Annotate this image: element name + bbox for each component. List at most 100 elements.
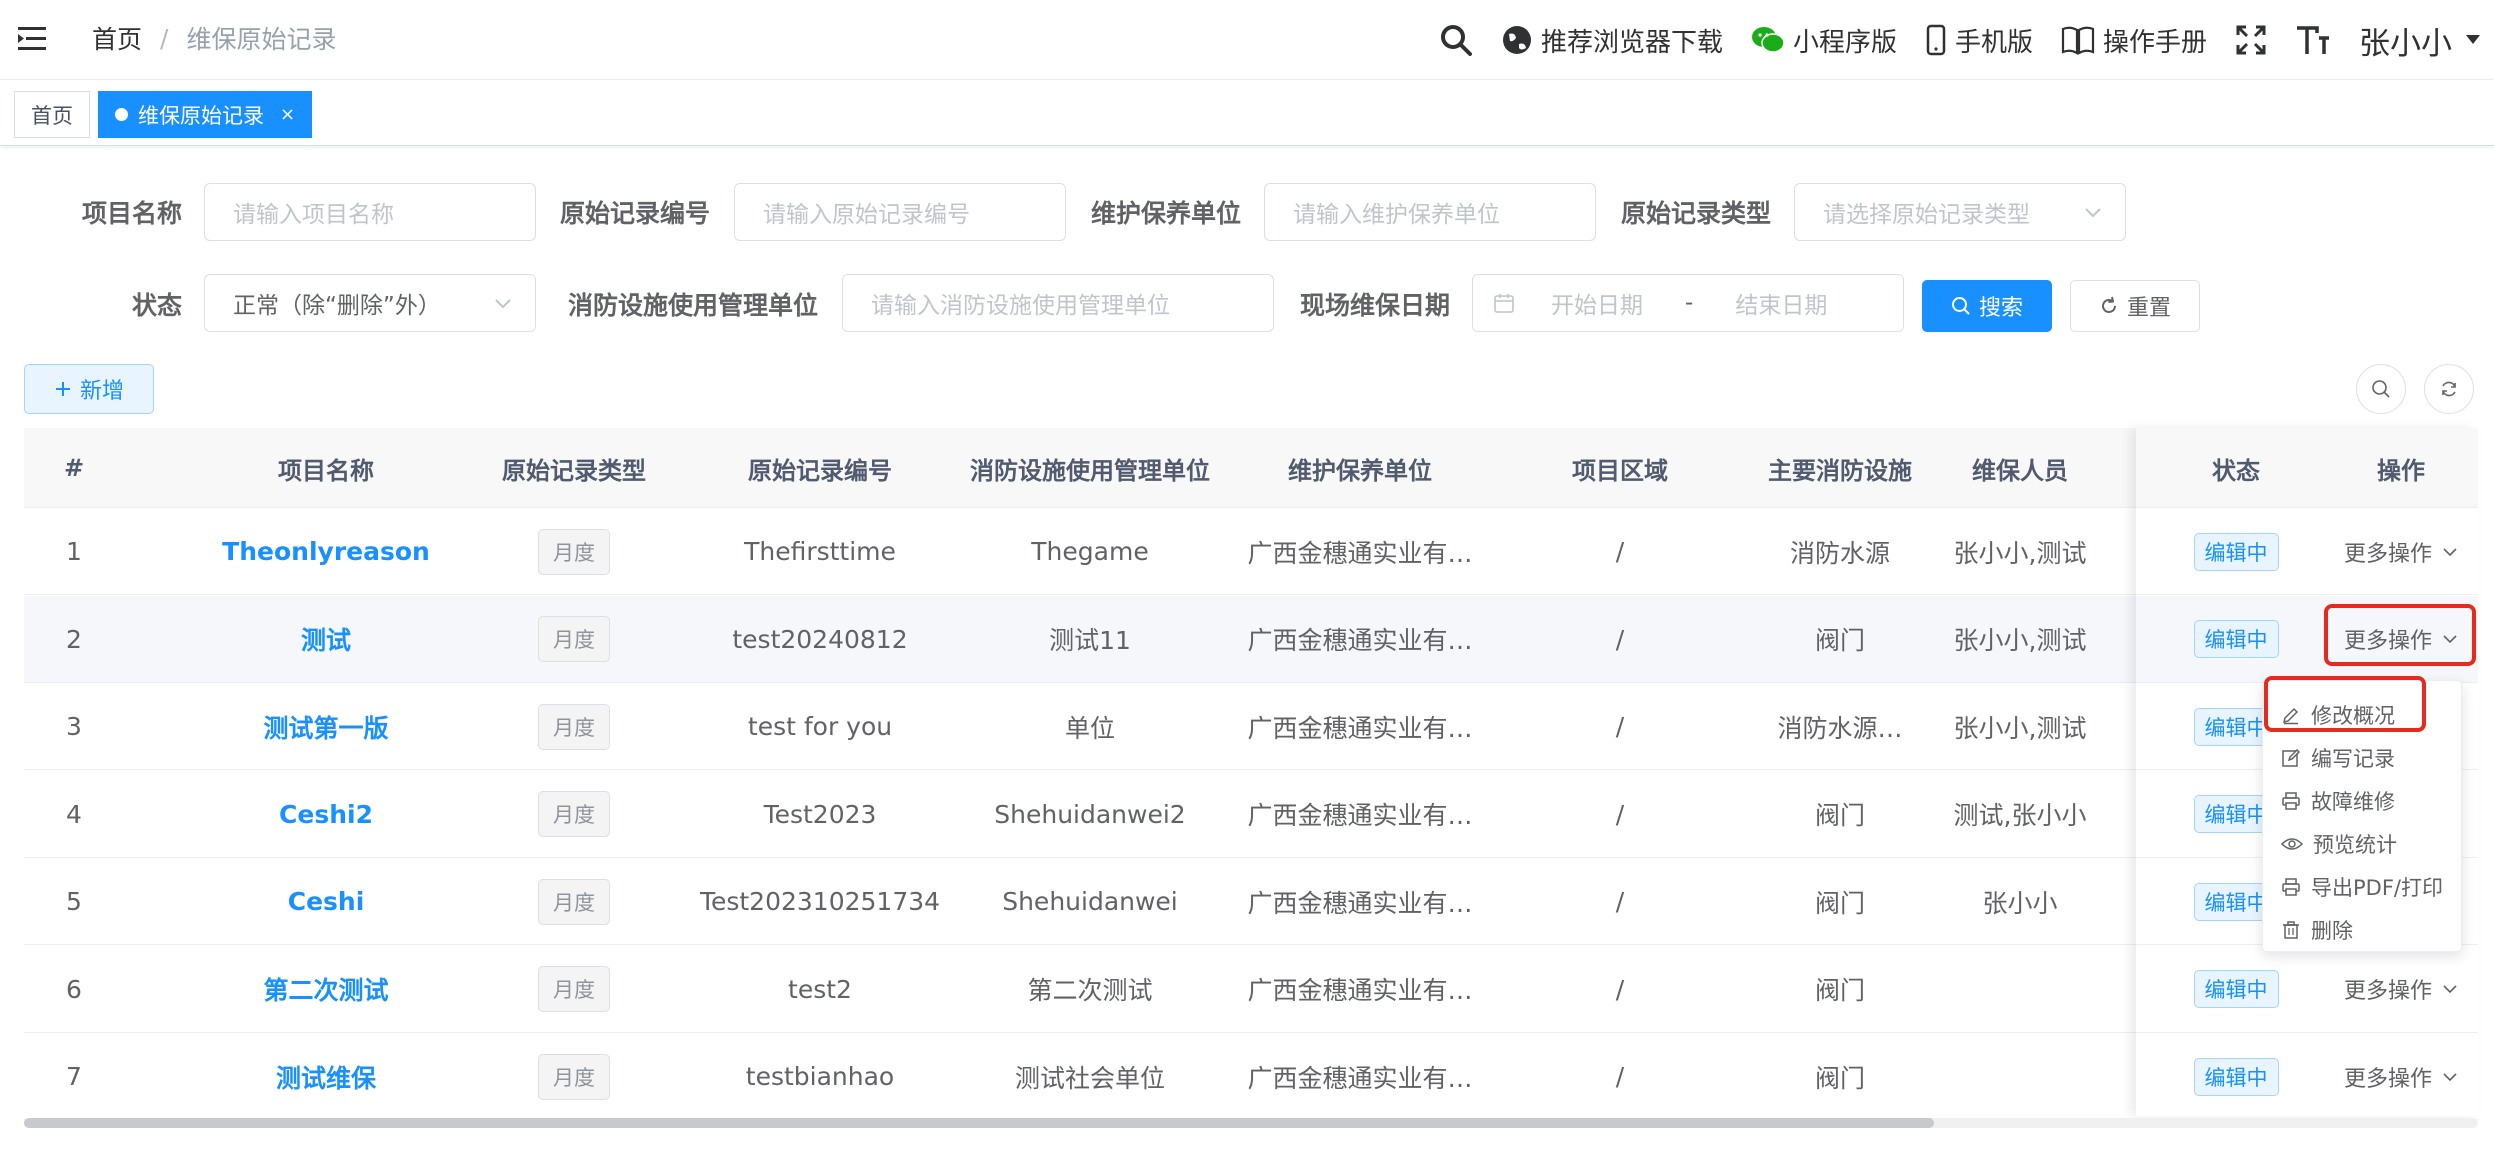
- menu-item-preview[interactable]: 预览统计: [2263, 822, 2461, 865]
- project-name-input[interactable]: 请输入项目名称: [204, 183, 536, 241]
- table-row[interactable]: 7 测试维保 月度 testbianhao 测试社会单位 广西金穗通实业有… / 阀门 编辑中 更…: [24, 1033, 2478, 1120]
- menu-item-delete[interactable]: 删除: [2263, 908, 2461, 951]
- cell-maint-unit: 广西金穗通实业有…: [1247, 538, 1473, 568]
- refresh-icon: [2102, 296, 2116, 313]
- cell-record-type: 月度: [474, 1033, 674, 1120]
- project-name-label: 项目名称: [82, 199, 183, 228]
- cell-project-name[interactable]: 测试第一版: [124, 683, 528, 770]
- more-ops-button[interactable]: 更多操作: [2344, 973, 2458, 1005]
- menu-item-repair[interactable]: 故障维修: [2263, 779, 2461, 822]
- table-row[interactable]: 6 第二次测试 月度 test2 第二次测试 广西金穗通实业有… / 阀门 编辑中 更多操作: [24, 945, 2478, 1033]
- cell-staff: 张小小,测试: [1953, 626, 2087, 655]
- mgmt-unit-input[interactable]: 请输入消防设施使用管理单位: [842, 274, 1274, 332]
- more-ops-button[interactable]: 更多操作: [2344, 536, 2458, 568]
- header-actions: 推荐浏览器下载 小程序版 手机版 操作手册 张小小: [1439, 14, 2480, 66]
- date-range-picker[interactable]: 开始日期 - 结束日期: [1472, 274, 1904, 332]
- search-icon[interactable]: [1439, 23, 1473, 57]
- tag-home[interactable]: 首页: [14, 91, 90, 138]
- col-facility: 主要消防设施: [1768, 456, 1912, 485]
- table-row[interactable]: 5 Ceshi 月度 Test202310251734 Shehuidanwei 广西金穗…: [24, 858, 2478, 945]
- record-type-tag: 月度: [538, 966, 610, 1012]
- fullscreen-icon[interactable]: [2235, 24, 2267, 56]
- table-row[interactable]: 2 测试 月度 test20240812 测试11 广西金穗通实业有… / 阀门 张小小,测试 编…: [24, 595, 2478, 683]
- search-icon: [2372, 380, 2390, 398]
- cell-record-no: Thefirsttime: [744, 537, 896, 566]
- user-menu[interactable]: 张小小: [2359, 18, 2480, 63]
- font-size-icon[interactable]: [2295, 24, 2331, 56]
- menu-item-label: 导出PDF/打印: [2311, 875, 2443, 900]
- cell-project-name[interactable]: 测试: [124, 596, 528, 683]
- status-select[interactable]: 正常（除“删除”外）: [204, 274, 536, 332]
- scrollbar-thumb[interactable]: [24, 1118, 1934, 1128]
- cell-area: /: [1615, 974, 1625, 1004]
- reset-button[interactable]: 重置: [2070, 280, 2200, 332]
- record-no-input[interactable]: 请输入原始记录编号: [734, 183, 1066, 241]
- cell-facility: 消防水源: [1789, 538, 1890, 568]
- horizontal-scrollbar[interactable]: [24, 1118, 2478, 1128]
- cell-project-name[interactable]: 第二次测试: [124, 946, 528, 1033]
- search-button-label: 搜索: [1978, 296, 2023, 321]
- mini-program-label: 小程序版: [1792, 27, 1897, 58]
- tag-current[interactable]: 维保原始记录 ×: [98, 91, 313, 138]
- cell-maint-unit: 广西金穗通实业有…: [1247, 976, 1473, 1005]
- cell-area: /: [1615, 712, 1625, 741]
- cell-record-no: Test2023: [763, 799, 877, 829]
- cell-project-name[interactable]: Ceshi2: [124, 771, 528, 858]
- calendar-icon: [1494, 294, 1514, 313]
- cell-record-no: test for you: [747, 712, 893, 741]
- toggle-search-button[interactable]: [2356, 364, 2406, 414]
- add-button[interactable]: 新增: [24, 364, 154, 414]
- table-row[interactable]: 3 测试第一版 月度 test for you 单位 广西金穗通实业有… / 消防水源… 张小小…: [24, 683, 2478, 770]
- breadcrumb-separator: /: [160, 23, 169, 53]
- menu-item-write-record[interactable]: 编写记录: [2263, 736, 2461, 779]
- maint-unit-input[interactable]: 请输入维护保养单位: [1264, 183, 1596, 241]
- book-icon: [2061, 26, 2095, 55]
- browser-download-link[interactable]: 推荐浏览器下载: [1501, 22, 1723, 59]
- col-status: 状态: [2212, 456, 2260, 485]
- cell-index: 5: [66, 887, 82, 916]
- menu-item-export[interactable]: 导出PDF/打印: [2263, 865, 2461, 908]
- col-actions: 操作: [2377, 456, 2425, 485]
- table-row[interactable]: 4 Ceshi2 月度 Test2023 Shehuidanwei2 广西金穗通实业有… /…: [24, 770, 2478, 858]
- cell-project-name[interactable]: Theonlyreason: [124, 508, 528, 595]
- close-icon[interactable]: ×: [280, 104, 295, 125]
- edit-icon: [2282, 748, 2301, 767]
- breadcrumb-home[interactable]: 首页: [92, 20, 142, 56]
- cell-project-name[interactable]: 测试维保: [124, 1033, 528, 1120]
- col-area: 项目区域: [1572, 456, 1668, 485]
- chevron-down-icon: [2443, 1072, 2457, 1081]
- cell-area: /: [1615, 537, 1625, 566]
- printer-icon: [2282, 791, 2300, 810]
- cell-facility: 阀门: [1814, 1063, 1865, 1093]
- status-badge: 编辑中: [2193, 970, 2279, 1008]
- menu-item-label: 预览统计: [2313, 832, 2397, 857]
- date-start[interactable]: 开始日期: [1551, 286, 1643, 320]
- mobile-link[interactable]: 手机版: [1925, 22, 2033, 59]
- breadcrumb: 首页 / 维保原始记录: [92, 20, 336, 56]
- cell-mgmt-unit: 第二次测试: [1027, 976, 1153, 1005]
- record-type-tag: 月度: [538, 791, 610, 837]
- cell-mgmt-unit: 测试11: [1049, 626, 1131, 655]
- date-end[interactable]: 结束日期: [1735, 286, 1827, 320]
- cell-mgmt-unit: Shehuidanwei2: [994, 799, 1186, 829]
- more-ops-button[interactable]: 更多操作: [2344, 1061, 2458, 1093]
- status-badge: 编辑中: [2193, 1057, 2279, 1096]
- refresh-table-button[interactable]: [2424, 364, 2474, 414]
- reset-button-label: 重置: [2126, 296, 2171, 321]
- search-button[interactable]: 搜索: [1922, 280, 2052, 332]
- menu-toggle-icon[interactable]: [16, 22, 50, 56]
- record-type-tag: 月度: [538, 1053, 610, 1100]
- record-type-select[interactable]: 请选择原始记录类型: [1794, 183, 2126, 241]
- user-name: 张小小: [2359, 25, 2452, 62]
- cell-facility: 阀门: [1814, 626, 1865, 655]
- menu-item-label: 故障维修: [2311, 789, 2395, 814]
- mini-program-link[interactable]: 小程序版: [1751, 22, 1897, 59]
- manual-link[interactable]: 操作手册: [2061, 22, 2207, 59]
- record-type-tag: 月度: [538, 616, 610, 662]
- table-row[interactable]: 1 Theonlyreason 月度 Thefirsttime Thegame 广西金穗通…: [24, 508, 2478, 595]
- cell-record-no: testbianhao: [745, 1062, 895, 1091]
- active-dot: [115, 108, 128, 121]
- cell-project-name[interactable]: Ceshi: [124, 858, 528, 945]
- wechat-icon: [1751, 27, 1785, 53]
- cell-index: 3: [66, 712, 82, 741]
